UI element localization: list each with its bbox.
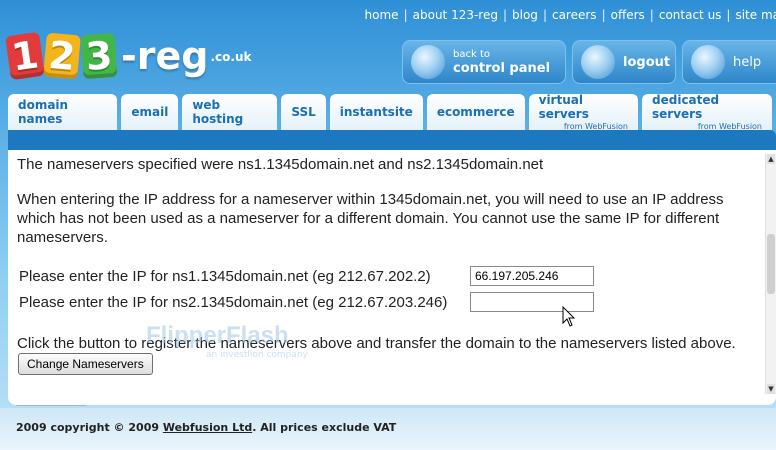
- ns2-ip-label: Please enter the IP for ns2.1345domain.n…: [19, 294, 448, 311]
- nameservers-specified-text: The nameservers specified were ns1.1345d…: [17, 156, 544, 173]
- tab-label: ecommerce: [436, 105, 515, 119]
- control-panel-label: control panel: [453, 60, 551, 76]
- scroll-down-icon[interactable]: ▼: [767, 384, 775, 394]
- tab-label: dedicated servers: [652, 93, 720, 121]
- logo-tile-2: 2: [43, 32, 81, 80]
- copyright-notice: 2009 copyright © 2009 Webfusion Ltd. All…: [16, 421, 396, 434]
- tab-underline-bar: [8, 130, 776, 150]
- logo-tld-text: .co.uk: [210, 50, 252, 64]
- logo-tile-1: 1: [5, 31, 45, 81]
- content-panel: ▲ ▼ The nameservers specified were ns1.1…: [8, 150, 776, 405]
- logo-reg-text: -reg: [121, 34, 209, 78]
- gear-icon: [411, 45, 445, 79]
- tab-label: virtual servers: [538, 93, 589, 121]
- monitor-icon: [581, 45, 615, 79]
- company-link[interactable]: Webfusion Ltd: [163, 421, 252, 434]
- scroll-up-icon[interactable]: ▲: [767, 154, 775, 164]
- instructions-text: When entering the IP address for a names…: [17, 191, 724, 246]
- tab-label: domain names: [18, 98, 69, 126]
- change-nameservers-button[interactable]: Change Nameservers: [18, 353, 153, 375]
- copyright-prefix: 2009 copyright © 2009: [16, 421, 163, 434]
- tab-email[interactable]: email: [121, 94, 179, 130]
- tab-label: instantsite: [339, 105, 413, 119]
- control-panel-small-label: back to: [453, 48, 490, 60]
- logo-123-reg[interactable]: 1 2 3 -reg .co.uk: [5, 12, 252, 81]
- vertical-scrollbar[interactable]: ▲ ▼: [765, 154, 776, 394]
- tab-label: email: [131, 105, 169, 119]
- top-nav: home | about 123-reg | blog | careers | offers | c…: [365, 8, 776, 22]
- nav-separator: |: [601, 8, 606, 22]
- lifebuoy-icon: [691, 45, 725, 79]
- tab-ssl[interactable]: SSL: [281, 94, 326, 130]
- scroll-thumb[interactable]: [767, 234, 775, 294]
- control-panel-button[interactable]: back to control panel: [402, 40, 566, 84]
- nav-separator: |: [649, 8, 654, 22]
- tab-label: web hosting: [192, 98, 244, 126]
- nav-careers[interactable]: careers: [552, 8, 597, 22]
- nav-separator: |: [502, 8, 508, 22]
- tab-label: SSL: [291, 105, 316, 119]
- ns1-ip-label: Please enter the IP for ns1.1345domain.n…: [19, 268, 431, 285]
- main-tabs: domain names email web hosting SSL insta…: [8, 93, 776, 131]
- tab-domain-names[interactable]: domain names: [8, 94, 118, 130]
- nav-separator: |: [726, 8, 731, 22]
- logout-label: logout: [623, 54, 671, 70]
- nav-separator: |: [403, 8, 408, 22]
- ns1-ip-input[interactable]: [470, 266, 594, 286]
- nav-sitemap[interactable]: site ma: [735, 8, 776, 22]
- nav-blog[interactable]: blog: [512, 8, 538, 22]
- nav-separator: |: [542, 8, 547, 22]
- help-button[interactable]: help: [682, 40, 776, 84]
- logout-button[interactable]: logout: [572, 40, 676, 84]
- tab-web-hosting[interactable]: web hosting: [182, 94, 278, 130]
- mouse-cursor-icon: [562, 306, 576, 327]
- help-label: help: [733, 54, 762, 70]
- tab-virtual-servers[interactable]: virtual servers from WebFusion: [528, 93, 639, 131]
- nav-home[interactable]: home: [365, 8, 399, 22]
- nav-contact[interactable]: contact us: [659, 8, 722, 22]
- tab-dedicated-servers[interactable]: dedicated servers from WebFusion: [642, 93, 773, 131]
- logo-tile-3: 3: [80, 32, 118, 80]
- copyright-suffix: . All prices exclude VAT: [252, 421, 397, 434]
- nav-about[interactable]: about 123-reg: [413, 8, 498, 22]
- watermark-brand: FlipperFlash: [146, 322, 289, 349]
- tab-instantsite[interactable]: instantsite: [329, 94, 423, 130]
- submit-instructions-text: Click the button to register the nameser…: [17, 335, 736, 352]
- nav-offers[interactable]: offers: [611, 8, 645, 22]
- tab-ecommerce[interactable]: ecommerce: [426, 94, 525, 130]
- watermark-tagline: an investlion company: [206, 350, 308, 360]
